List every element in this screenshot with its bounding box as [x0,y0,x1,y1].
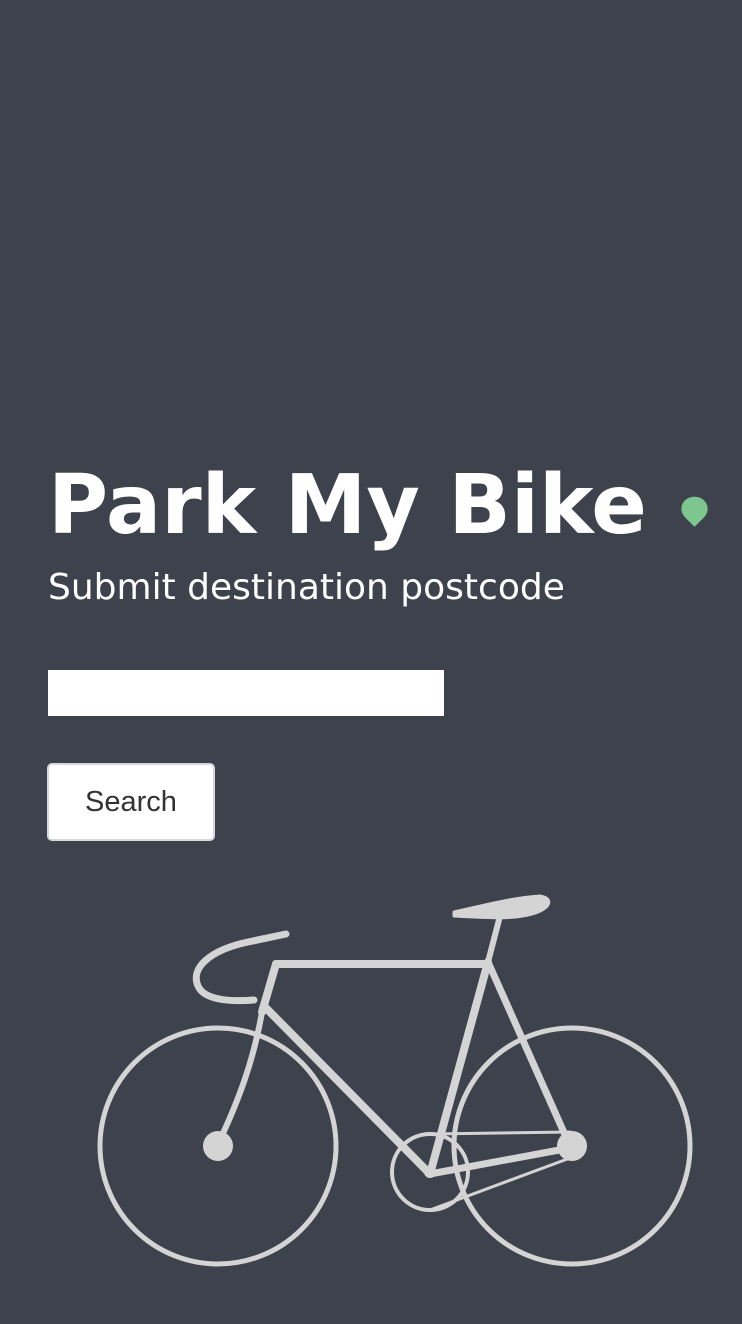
search-button[interactable]: Search [47,763,215,841]
bicycle-illustration [97,894,693,1267]
app-title: Park My Bike [48,458,647,553]
hero: Park My Bike Submit destination postcode [48,458,708,610]
postcode-input[interactable] [48,670,444,716]
map-pin-icon [681,496,708,527]
page-subtitle: Submit destination postcode [48,567,565,608]
title-row: Park My Bike [48,458,708,554]
